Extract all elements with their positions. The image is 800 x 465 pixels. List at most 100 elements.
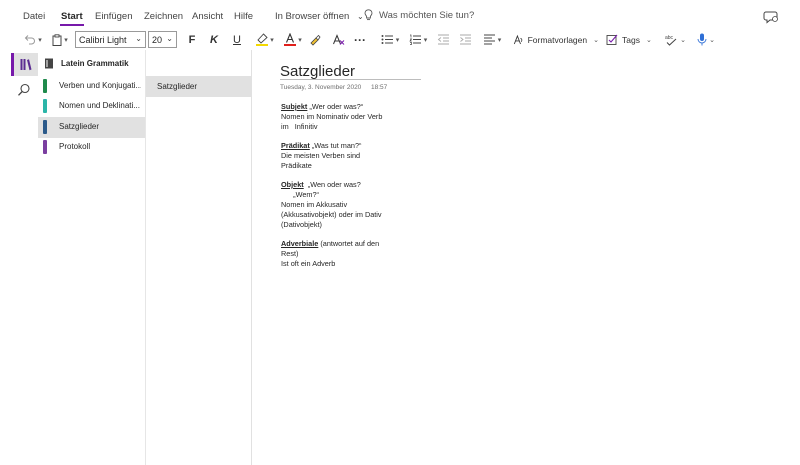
tab-zeichnen[interactable]: Zeichnen (144, 11, 183, 22)
font-color-button[interactable]: ▾ (281, 30, 305, 49)
note-line: Ist oft ein Adverb (281, 259, 336, 268)
numbered-list-icon (409, 34, 421, 45)
font-name-select[interactable]: Calibri Light ⌄ (75, 31, 146, 48)
chevron-down-icon: ⌄ (680, 36, 686, 44)
section-color-tab (43, 79, 47, 93)
clipboard-icon (52, 33, 62, 46)
font-color-icon (284, 33, 297, 46)
note-canvas[interactable]: Satzglieder Tuesday, 3. November 2020 18… (253, 50, 800, 465)
chevron-down-icon: ⌄ (645, 36, 652, 44)
chevron-down-icon: ▾ (64, 36, 68, 44)
note-question: „Wen oder was? (303, 180, 361, 189)
tab-ansicht[interactable]: Ansicht (192, 11, 223, 22)
note-line: Die meisten Verben sind (281, 151, 361, 160)
note-term: Adverbiale (281, 239, 319, 248)
more-button[interactable]: ··· (352, 30, 368, 49)
section-item[interactable]: Protokoll (38, 137, 145, 158)
notebook-icon (45, 58, 53, 68)
bold-button[interactable]: F (185, 30, 199, 49)
styles-label: Formatvorlagen (527, 34, 588, 45)
tell-me-placeholder: Was möchten Sie tun? (379, 9, 475, 21)
font-name-value: Calibri Light (79, 34, 127, 45)
ribbon-toolbar: ▾ ▾ Calibri Light ⌄ 20 ⌄ F K U ▾ ▾ ··· ▾… (0, 30, 800, 50)
note-question: „Wer oder was?“ (307, 102, 364, 111)
lightbulb-icon (364, 9, 373, 21)
bullets-button[interactable]: ▾ (378, 30, 402, 49)
styles-icon (513, 34, 523, 44)
align-button[interactable]: ▾ (480, 30, 504, 49)
tags-button[interactable]: Tags ⌄ (606, 30, 654, 49)
clear-formatting-button[interactable] (330, 30, 346, 49)
undo-button[interactable]: ▾ (20, 30, 46, 49)
page-item-selected[interactable]: Satzglieder (146, 76, 252, 97)
clipboard-button[interactable]: ▾ (48, 30, 72, 49)
spelling-button[interactable]: abc ⌄ (662, 30, 688, 49)
note-term: Prädikat (281, 141, 310, 150)
note-block[interactable]: Adverbiale (antwortet auf den Rest) Ist … (281, 239, 397, 269)
highlighter-icon (256, 33, 269, 46)
note-line: Prädikate (281, 161, 312, 170)
spellcheck-icon: abc (665, 35, 677, 46)
format-painter-button[interactable] (307, 30, 323, 49)
styles-button[interactable]: Formatvorlagen ⌄ (513, 30, 599, 49)
chevron-down-icon: ▾ (423, 36, 428, 44)
chevron-down-icon: ▾ (298, 36, 302, 44)
dictate-button[interactable]: ⌄ (694, 30, 718, 49)
section-item[interactable]: Nomen und Deklinati... (38, 96, 145, 117)
section-label: Verben und Konjugati... (59, 81, 141, 90)
tab-datei[interactable]: Datei (23, 11, 45, 22)
open-in-browser-label: In Browser öffnen (275, 11, 350, 22)
note-line: Nomen im Nominativ oder Verb (281, 112, 383, 121)
note-line: im Infinitiv (281, 122, 318, 131)
page-title[interactable]: Satzglieder (280, 63, 355, 80)
italic-button[interactable]: K (207, 30, 221, 49)
section-list: Verben und Konjugati... Nomen und Deklin… (38, 76, 145, 465)
note-question: (antwortet auf den (318, 239, 380, 248)
tell-me-search[interactable]: Was möchten Sie tun? (364, 9, 474, 21)
decrease-indent-button[interactable] (435, 30, 451, 49)
note-block[interactable]: Prädikat „Was tut man?“ Die meisten Verb… (281, 141, 397, 171)
section-item[interactable]: Verben und Konjugati... (38, 76, 145, 97)
font-size-select[interactable]: 20 ⌄ (148, 31, 177, 48)
notebooks-button[interactable] (11, 53, 38, 76)
increase-indent-button[interactable] (457, 30, 473, 49)
outdent-icon (437, 34, 449, 45)
chevron-down-icon: ▾ (270, 36, 274, 44)
note-block[interactable]: Subjekt „Wer oder was?“ Nomen im Nominat… (281, 102, 397, 132)
section-color-tab (43, 140, 47, 154)
search-icon[interactable] (16, 82, 32, 98)
note-line: Nomen im Akkusativ (281, 200, 348, 209)
note-line: (Dativobjekt) (281, 220, 322, 229)
numbering-button[interactable]: ▾ (406, 30, 430, 49)
title-divider (280, 79, 421, 80)
feedback-icon[interactable] (763, 10, 779, 24)
tab-start[interactable]: Start (60, 11, 84, 26)
note-term: Objekt (281, 180, 304, 189)
note-block[interactable]: Objekt „Wen oder was? „Wem?“ Nomen im Ak… (281, 180, 397, 230)
menu-bar: Datei Start Einfügen Zeichnen Ansicht Hi… (0, 0, 800, 30)
note-line: (Akkusativobjekt) oder im Dativ (281, 210, 382, 219)
microphone-icon (697, 33, 707, 46)
note-term: Subjekt (281, 102, 308, 111)
section-label: Satzglieder (59, 122, 100, 131)
section-color-tab (43, 99, 47, 113)
underline-button[interactable]: U (230, 30, 244, 49)
section-label: Nomen und Deklinati... (59, 101, 140, 110)
highlight-button[interactable]: ▾ (253, 30, 277, 49)
chevron-down-icon: ⌄ (593, 36, 599, 44)
navigation-rail (0, 50, 38, 465)
section-item-selected[interactable]: Satzglieder (38, 117, 145, 138)
bullet-list-icon (381, 35, 393, 44)
tag-checkbox-icon (606, 34, 618, 45)
page-list: Satzglieder (145, 50, 252, 465)
chevron-down-icon: ▾ (38, 36, 42, 44)
page-date: Tuesday, 3. November 2020 (280, 84, 362, 91)
open-in-browser-button[interactable]: In Browser öffnen ⌄ (275, 11, 364, 22)
tab-einfuegen[interactable]: Einfügen (95, 11, 133, 22)
tags-label: Tags (622, 34, 640, 45)
note-question: „Was tut man?“ (309, 141, 362, 150)
notebook-title: Latein Grammatik (61, 58, 129, 68)
tab-hilfe[interactable]: Hilfe (234, 11, 253, 22)
format-painter-icon (310, 34, 321, 46)
page-time: 18:57 (371, 84, 388, 91)
